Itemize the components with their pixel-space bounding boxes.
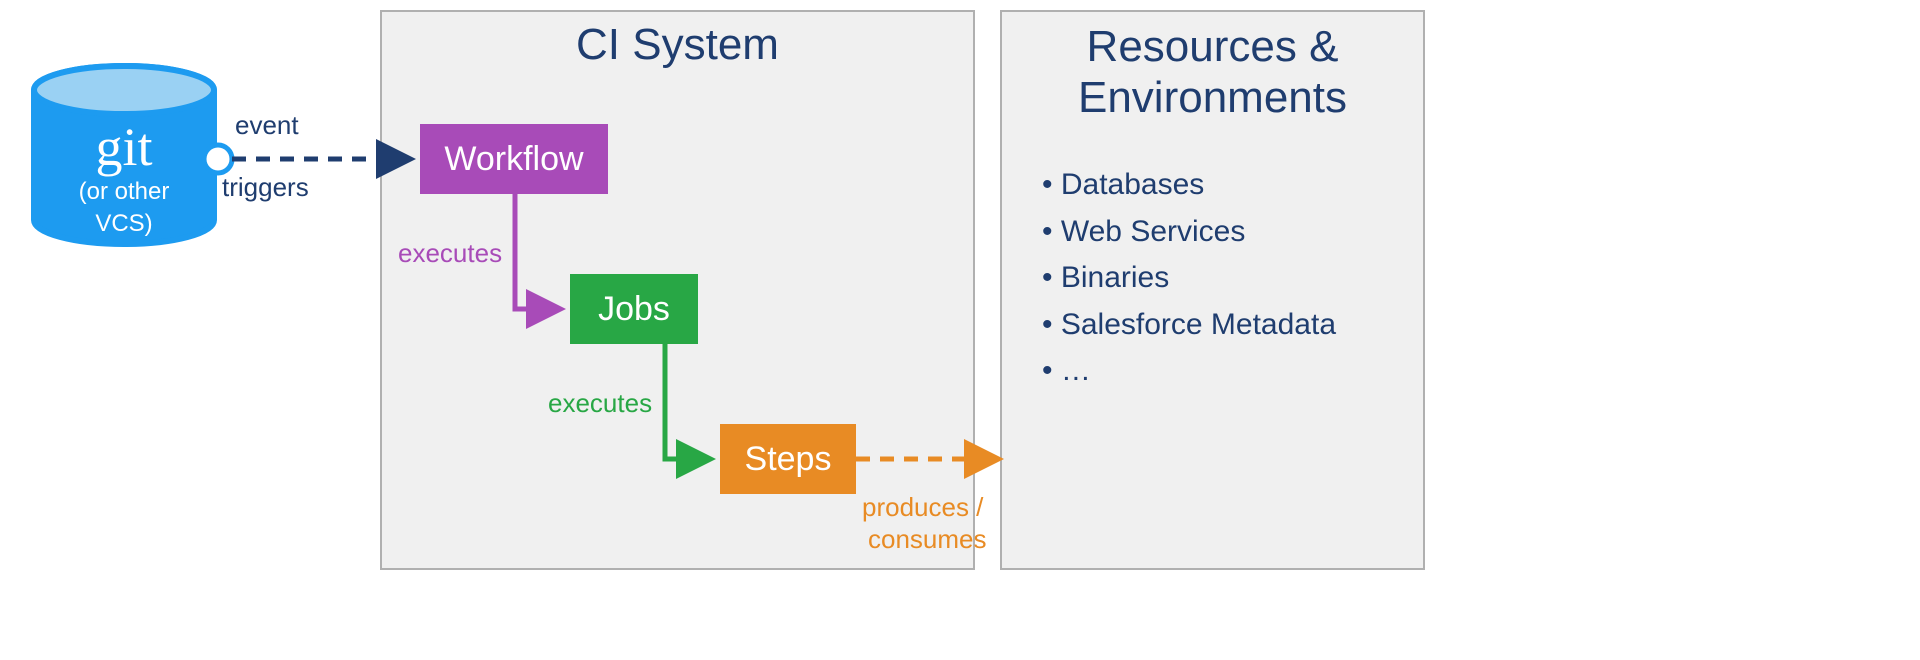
resources-item: Web Services xyxy=(1042,209,1392,256)
steps-node: Steps xyxy=(720,424,856,494)
resources-item: … xyxy=(1042,348,1392,395)
edge-label-produces: produces / xyxy=(862,492,983,523)
edge-label-consumes: consumes xyxy=(868,524,987,555)
edge-label-event: event xyxy=(235,110,299,141)
diagram-stage: git (or other VCS) CI System Resources &… xyxy=(0,0,1920,660)
jobs-node: Jobs xyxy=(570,274,698,344)
ci-system-title: CI System xyxy=(382,20,973,70)
git-source-cylinder: git (or other VCS) xyxy=(30,62,218,248)
edge-label-executes-1: executes xyxy=(398,238,502,269)
workflow-node: Workflow xyxy=(420,124,608,194)
cylinder-icon xyxy=(30,62,218,248)
resources-panel: Resources & Environments Databases Web S… xyxy=(1000,10,1425,570)
resources-item: Databases xyxy=(1042,162,1392,209)
resources-item: Binaries xyxy=(1042,255,1392,302)
resources-title: Resources & Environments xyxy=(1002,22,1423,123)
edge-label-executes-2: executes xyxy=(548,388,652,419)
edge-label-triggers: triggers xyxy=(222,172,309,203)
resources-item: Salesforce Metadata xyxy=(1042,302,1392,349)
resources-list: Databases Web Services Binaries Salesfor… xyxy=(1042,162,1392,395)
